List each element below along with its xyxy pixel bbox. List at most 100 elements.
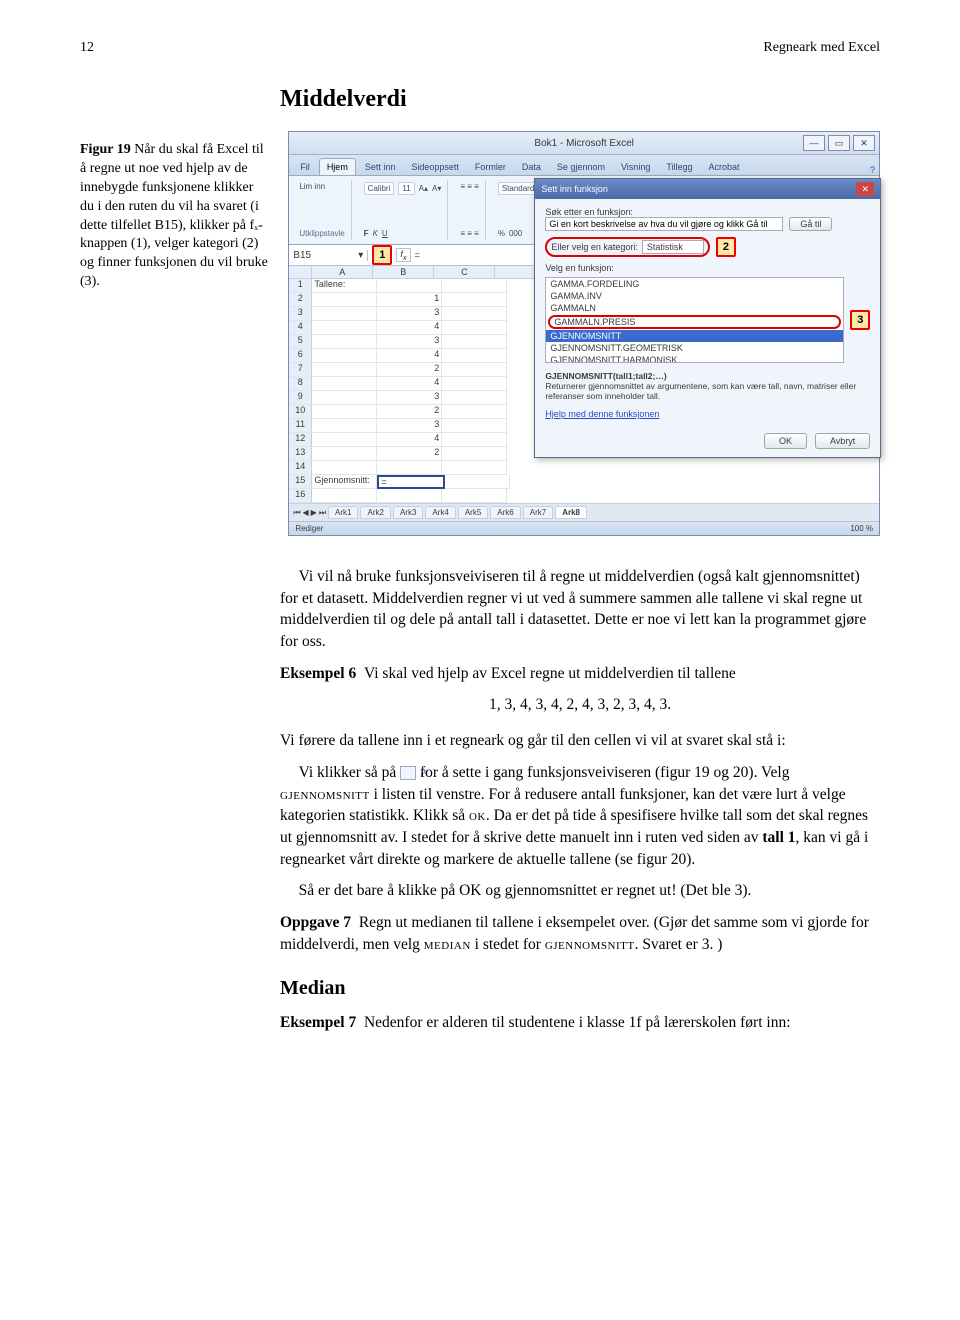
cell[interactable] — [442, 293, 507, 307]
cell[interactable] — [442, 419, 507, 433]
cell[interactable]: 2 — [377, 405, 442, 419]
maximize-icon[interactable]: ▭ — [828, 135, 850, 151]
cell[interactable] — [442, 335, 507, 349]
row-header[interactable]: 5 — [289, 335, 312, 349]
help-icon[interactable]: ? — [870, 165, 875, 175]
font-name-select[interactable]: Calibri — [364, 182, 395, 195]
zoom-level[interactable]: 100 % — [850, 524, 873, 533]
decrease-font-icon[interactable]: A▾ — [432, 184, 441, 193]
dialog-close-icon[interactable]: ✕ — [856, 182, 874, 196]
row-header[interactable]: 2 — [289, 293, 312, 307]
cell[interactable] — [312, 405, 377, 419]
align-icons-2[interactable]: ≡ ≡ ≡ — [460, 229, 478, 238]
tab-sideoppsett[interactable]: Sideoppsett — [404, 159, 466, 175]
cell[interactable]: 4 — [377, 433, 442, 447]
tab-tillegg[interactable]: Tillegg — [659, 159, 699, 175]
col-C[interactable]: C — [434, 266, 495, 278]
cell[interactable] — [442, 461, 507, 475]
cell[interactable] — [442, 279, 507, 293]
sheet-tab[interactable]: Ark7 — [523, 506, 553, 519]
cell[interactable] — [312, 489, 377, 503]
category-dropdown[interactable]: Statistisk — [642, 240, 704, 254]
list-item[interactable]: GJENNOMSNITT.HARMONISK — [546, 354, 843, 363]
function-listbox[interactable]: GAMMA.FORDELING GAMMA.INV GAMMALN GAMMAL… — [545, 277, 844, 363]
row-header[interactable]: 12 — [289, 433, 312, 447]
cell[interactable] — [442, 349, 507, 363]
col-A[interactable]: A — [312, 266, 373, 278]
cell[interactable]: 1 — [377, 293, 442, 307]
sheet-tab[interactable]: Ark6 — [490, 506, 520, 519]
fx-button[interactable]: fx — [396, 248, 410, 263]
cell[interactable]: 4 — [377, 377, 442, 391]
cell[interactable] — [442, 489, 507, 503]
category-selector[interactable]: Eller velg en kategori: Statistisk — [545, 237, 710, 257]
tab-data[interactable]: Data — [515, 159, 548, 175]
bold-button[interactable]: F — [364, 229, 369, 238]
cell[interactable] — [377, 489, 442, 503]
underline-button[interactable]: U — [382, 229, 388, 238]
cell[interactable]: 2 — [377, 447, 442, 461]
row-header[interactable]: 14 — [289, 461, 312, 475]
cell[interactable] — [312, 433, 377, 447]
sheet-tab-active[interactable]: Ark8 — [555, 506, 587, 519]
sheet-nav-first-icon[interactable]: ⏮ — [293, 508, 300, 518]
cell[interactable] — [312, 363, 377, 377]
sheet-nav-next-icon[interactable]: ▶ — [311, 508, 317, 517]
sheet-tab[interactable]: Ark2 — [360, 506, 390, 519]
align-icons[interactable]: ≡ ≡ ≡ — [460, 182, 478, 191]
cell[interactable] — [442, 377, 507, 391]
ok-button[interactable]: OK — [764, 433, 807, 449]
cell[interactable] — [312, 419, 377, 433]
cell[interactable]: = — [377, 475, 445, 489]
cell[interactable] — [312, 321, 377, 335]
tab-settinn[interactable]: Sett inn — [358, 159, 403, 175]
name-box[interactable]: B15▾ — [289, 250, 368, 261]
tab-fil[interactable]: Fil — [293, 159, 317, 175]
col-B[interactable]: B — [373, 266, 434, 278]
list-item[interactable]: GAMMALN — [546, 302, 843, 314]
paste-button[interactable]: Lim inn — [299, 182, 325, 191]
cell[interactable] — [377, 279, 442, 293]
list-item[interactable]: GJENNOMSNITT.GEOMETRISK — [546, 342, 843, 354]
cell[interactable]: Tallene: — [312, 279, 377, 293]
tab-acrobat[interactable]: Acrobat — [702, 159, 747, 175]
minimize-icon[interactable]: — — [803, 135, 825, 151]
row-header[interactable]: 11 — [289, 419, 312, 433]
sheet-nav-prev-icon[interactable]: ◀ — [303, 508, 309, 517]
cell[interactable]: 3 — [377, 335, 442, 349]
row-header[interactable]: 13 — [289, 447, 312, 461]
cell[interactable] — [442, 307, 507, 321]
list-item[interactable]: GAMMA.INV — [546, 290, 843, 302]
cell[interactable] — [312, 335, 377, 349]
cell[interactable]: 4 — [377, 349, 442, 363]
row-header[interactable]: 8 — [289, 377, 312, 391]
row-header[interactable]: 6 — [289, 349, 312, 363]
tab-formler[interactable]: Formler — [468, 159, 513, 175]
row-header[interactable]: 10 — [289, 405, 312, 419]
cell[interactable] — [442, 363, 507, 377]
cell[interactable] — [377, 461, 442, 475]
row-header[interactable]: 16 — [289, 489, 312, 503]
row-header[interactable]: 7 — [289, 363, 312, 377]
cell[interactable] — [312, 447, 377, 461]
cell[interactable] — [312, 307, 377, 321]
formula-bar[interactable]: = — [415, 250, 420, 260]
sheet-tab[interactable]: Ark5 — [458, 506, 488, 519]
cell[interactable] — [312, 461, 377, 475]
cell[interactable] — [442, 433, 507, 447]
cell[interactable]: 3 — [377, 419, 442, 433]
cell[interactable] — [442, 405, 507, 419]
list-item[interactable]: GAMMALN.PRESIS — [548, 315, 841, 329]
cell[interactable]: Gjennomsnitt: — [312, 475, 377, 489]
cell[interactable]: 3 — [377, 391, 442, 405]
number-format[interactable]: Standard — [498, 182, 538, 195]
italic-button[interactable]: K — [373, 229, 378, 238]
list-item-selected[interactable]: GJENNOMSNITT — [546, 330, 843, 342]
tab-visning[interactable]: Visning — [614, 159, 657, 175]
search-input[interactable] — [545, 217, 783, 231]
cancel-button[interactable]: Avbryt — [815, 433, 870, 449]
percent-icon[interactable]: % — [498, 229, 505, 238]
row-header[interactable]: 4 — [289, 321, 312, 335]
row-header[interactable]: 3 — [289, 307, 312, 321]
cell[interactable]: 4 — [377, 321, 442, 335]
